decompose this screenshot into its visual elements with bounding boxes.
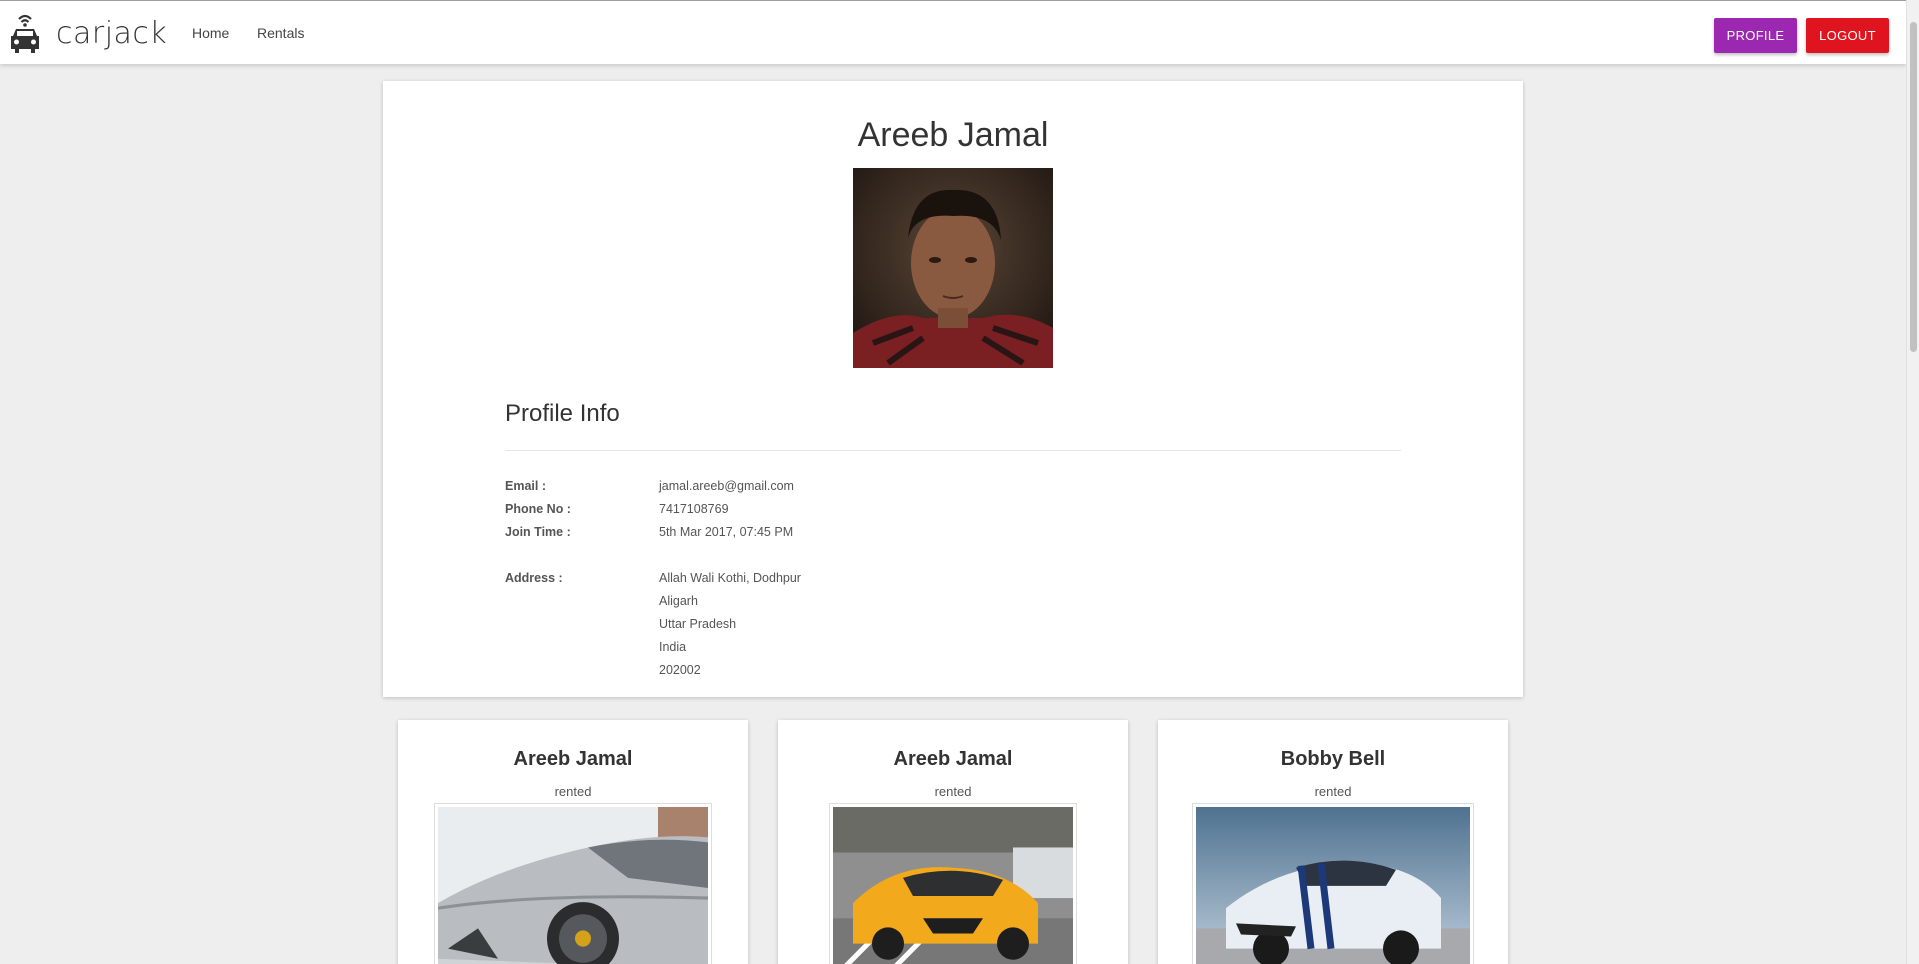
- top-navbar: carjack Home Rentals PROFILE LOGOUT: [0, 0, 1906, 64]
- rental-status: rented: [934, 784, 972, 799]
- email-label: Email :: [505, 479, 546, 493]
- brand-name: carjack: [56, 15, 168, 51]
- profile-name: Areeb Jamal: [857, 116, 1049, 154]
- nav-rentals-link[interactable]: Rentals: [257, 25, 304, 41]
- profile-avatar: [853, 168, 1053, 368]
- car-image: [434, 803, 712, 964]
- car-image: [829, 803, 1077, 964]
- scrollbar-thumb[interactable]: [1910, 22, 1917, 352]
- rental-status: rented: [554, 784, 592, 799]
- profile-card: Areeb Jamal Profile Info Email : jamal.a…: [383, 81, 1523, 697]
- rental-user-name: Areeb Jamal: [893, 748, 1013, 770]
- rental-card[interactable]: Areeb Jamal rented: [778, 720, 1128, 964]
- profile-button[interactable]: PROFILE: [1714, 18, 1797, 53]
- phone-value: 7417108769: [659, 502, 729, 516]
- page-scrollbar[interactable]: [1906, 0, 1919, 964]
- profile-info-heading: Profile Info: [505, 400, 620, 427]
- logout-button[interactable]: LOGOUT: [1806, 18, 1889, 53]
- rental-card[interactable]: Bobby Bell rented: [1158, 720, 1508, 964]
- address-line: India: [659, 640, 687, 654]
- rental-user-name: Areeb Jamal: [513, 748, 633, 770]
- rental-card[interactable]: Areeb Jamal rented: [398, 720, 748, 964]
- car-wifi-icon: [11, 14, 39, 53]
- join-time-label: Join Time :: [505, 525, 571, 539]
- rental-user-name: Bobby Bell: [1280, 748, 1386, 770]
- rental-status: rented: [1314, 784, 1352, 799]
- car-image: [1192, 803, 1474, 964]
- address-line: Allah Wali Kothi, Dodhpur: [659, 571, 801, 585]
- address-line: Aligarh: [659, 594, 698, 608]
- join-time-value: 5th Mar 2017, 07:45 PM: [659, 525, 794, 539]
- section-divider: [505, 450, 1401, 451]
- email-value: jamal.areeb@gmail.com: [659, 479, 794, 493]
- address-label: Address :: [505, 571, 563, 585]
- address-line: Uttar Pradesh: [659, 617, 737, 631]
- nav-home-link[interactable]: Home: [192, 25, 229, 41]
- brand-logo[interactable]: carjack: [8, 11, 167, 55]
- phone-label: Phone No :: [505, 502, 571, 516]
- address-line: 202002: [659, 663, 701, 677]
